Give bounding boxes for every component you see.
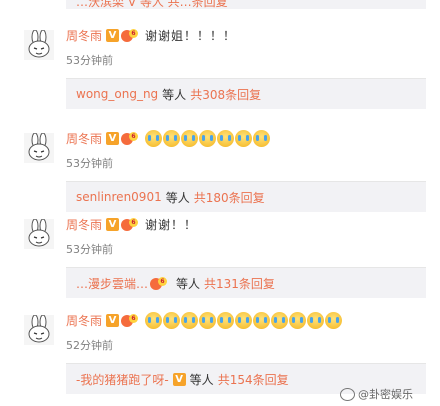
reply-count-link[interactable]: 共180条回复	[194, 189, 265, 206]
comment-text: 谢谢！！	[145, 217, 198, 232]
crying-emoji-icon	[271, 311, 289, 329]
crying-emoji-icon	[181, 311, 199, 329]
crying-emoji-icon	[217, 311, 235, 329]
emoji-row	[145, 129, 271, 147]
reply-user-link[interactable]: wong_ong_ng	[76, 87, 158, 101]
reply-count-link[interactable]: 共154条回复	[218, 371, 289, 388]
level-badge-icon: 6	[121, 28, 139, 42]
level-badge-icon: 6	[150, 276, 168, 290]
verified-v-icon: V	[172, 372, 186, 386]
crying-emoji-icon	[253, 311, 271, 329]
avatar[interactable]	[24, 219, 54, 249]
comment-time: 53分钟前	[66, 157, 113, 170]
reply-suffix: 等人	[176, 276, 201, 291]
commenter-name[interactable]: 周冬雨	[66, 312, 102, 329]
reply-suffix: 等人	[165, 190, 190, 205]
reply-suffix: 等人	[162, 87, 187, 102]
watermark-text: @卦密娱乐	[358, 388, 413, 401]
avatar[interactable]	[24, 30, 54, 60]
comment-time: 53分钟前	[66, 54, 113, 67]
verified-v-icon: V	[106, 131, 120, 145]
verified-v-icon: V	[106, 28, 120, 42]
crying-emoji-icon	[325, 311, 343, 329]
avatar[interactable]	[24, 133, 54, 163]
crying-emoji-icon	[199, 129, 217, 147]
crying-emoji-icon	[235, 311, 253, 329]
reply-summary[interactable]: senlinren0901 等人 共180条回复	[66, 181, 426, 212]
crying-emoji-icon	[289, 311, 307, 329]
crying-emoji-icon	[199, 311, 217, 329]
crying-emoji-icon	[217, 129, 235, 147]
comment-time: 52分钟前	[66, 339, 113, 352]
verified-v-icon: V	[106, 217, 120, 231]
crying-emoji-icon	[145, 311, 163, 329]
previous-reply-summary[interactable]: …沃滨栾 V 等人 共…条回复	[66, 0, 426, 9]
reply-summary[interactable]: wong_ong_ng 等人 共308条回复	[66, 78, 426, 109]
reply-user-link[interactable]: -我的猪猪跑了呀-	[76, 371, 169, 388]
avatar[interactable]	[24, 315, 54, 345]
level-badge-icon: 6	[121, 217, 139, 231]
commenter-name[interactable]: 周冬雨	[66, 27, 102, 44]
crying-emoji-icon	[145, 129, 163, 147]
reply-count-link[interactable]: 共131条回复	[204, 275, 275, 292]
comment-text: 谢谢姐！！！！	[145, 28, 237, 43]
crying-emoji-icon	[253, 129, 271, 147]
commenter-name[interactable]: 周冬雨	[66, 216, 102, 233]
reply-summary[interactable]: …漫步雲端… 6 等人 共131条回复	[66, 267, 426, 298]
commenter-name[interactable]: 周冬雨	[66, 130, 102, 147]
level-badge-icon: 6	[121, 131, 139, 145]
weibo-icon	[340, 387, 355, 401]
previous-reply-text: …沃滨栾 V 等人 共…条回复	[76, 0, 228, 9]
reply-user-link[interactable]: …漫步雲端…	[76, 275, 148, 292]
crying-emoji-icon	[163, 129, 181, 147]
crying-emoji-icon	[181, 129, 199, 147]
reply-user-link[interactable]: senlinren0901	[76, 190, 162, 204]
reply-count-link[interactable]: 共308条回复	[190, 86, 261, 103]
emoji-row	[145, 311, 343, 329]
crying-emoji-icon	[307, 311, 325, 329]
comment-time: 53分钟前	[66, 243, 113, 256]
verified-v-icon: V	[106, 313, 120, 327]
watermark: @卦密娱乐	[340, 386, 413, 402]
level-badge-icon: 6	[121, 313, 139, 327]
crying-emoji-icon	[163, 311, 181, 329]
reply-suffix: 等人	[189, 372, 214, 387]
crying-emoji-icon	[235, 129, 253, 147]
